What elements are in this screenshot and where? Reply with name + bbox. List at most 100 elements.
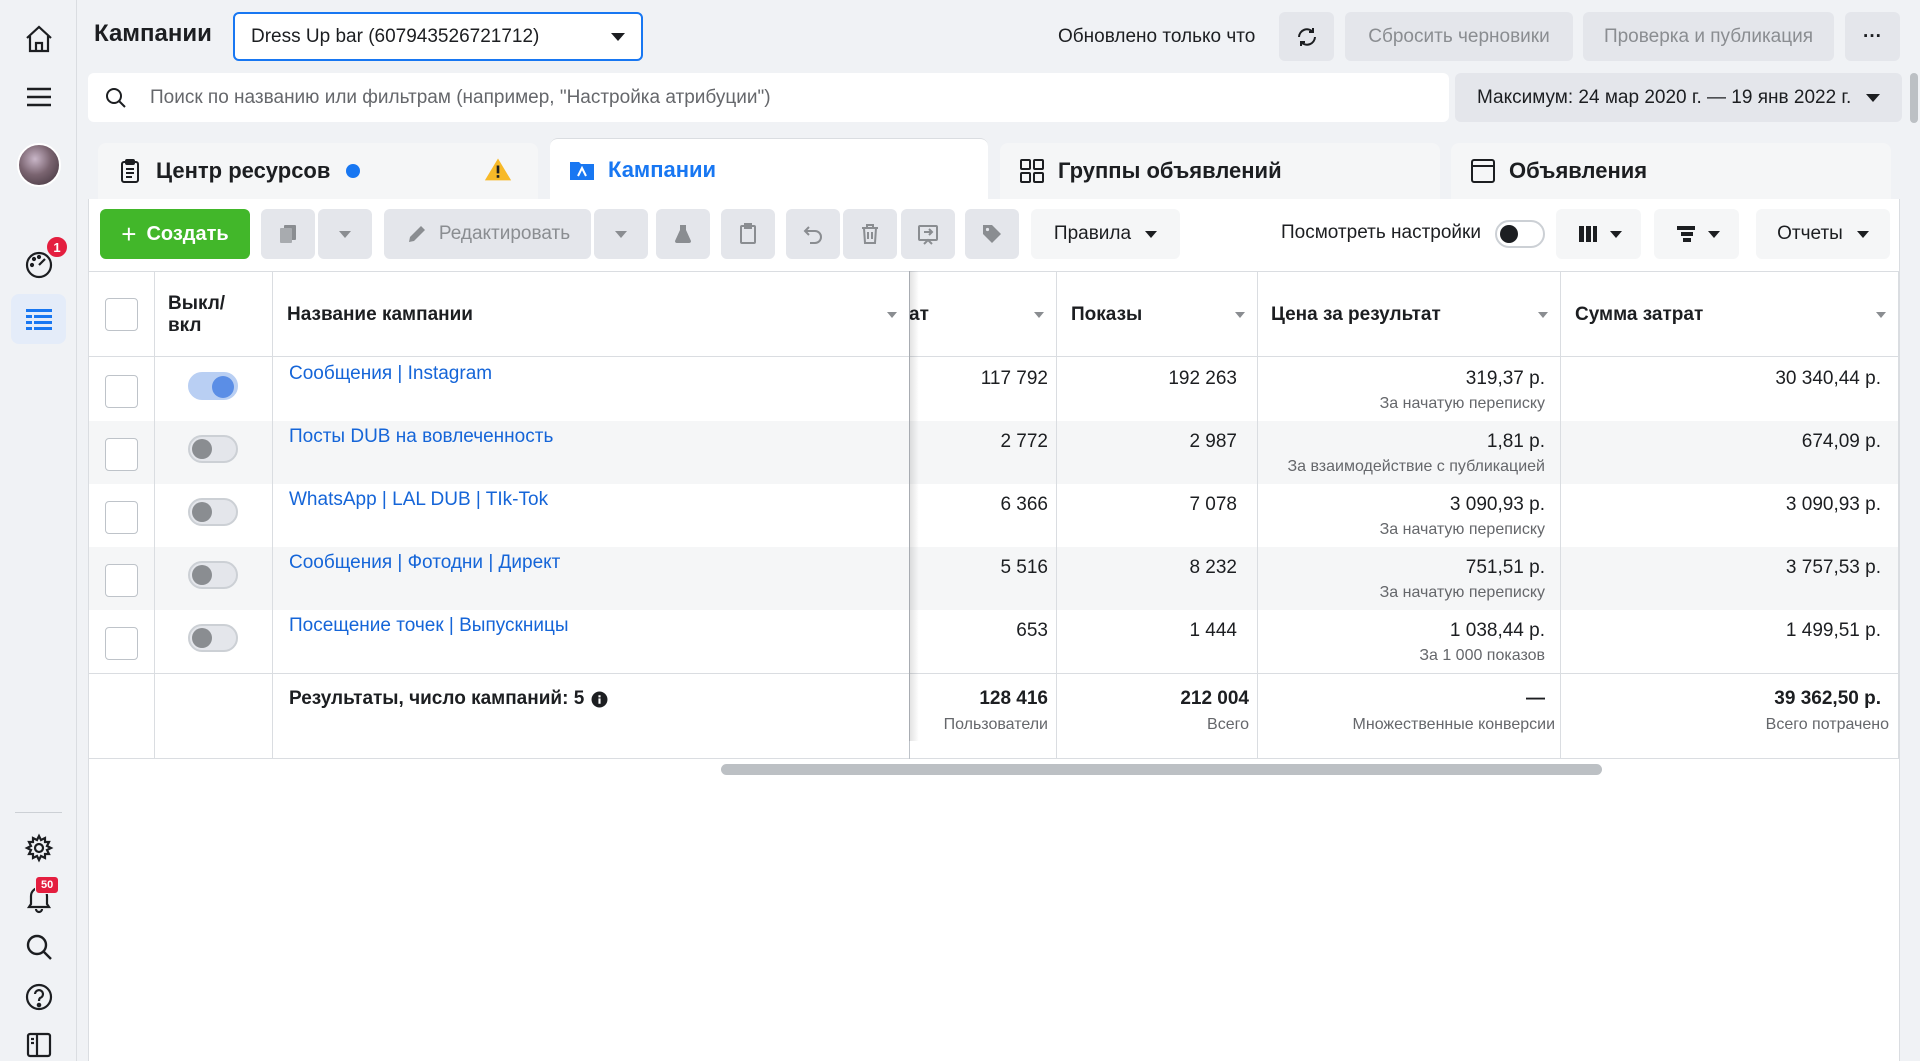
campaigns-panel: + Создать Редактировать Правила Посмотре… (88, 199, 1900, 1061)
tab-label: Группы объявлений (1058, 158, 1282, 183)
account-select-value: Dress Up bar (607943526721712) (251, 25, 540, 47)
search-icon[interactable] (11, 922, 66, 972)
warning-icon (484, 158, 512, 181)
duplicate-dropdown[interactable] (318, 209, 372, 259)
tab-resource-center[interactable]: Центр ресурсов (98, 143, 538, 199)
totals-cost-per-result-note: Множественные конверсии (1352, 716, 1555, 733)
ab-test-button[interactable] (656, 209, 710, 259)
impressions-value: 7 078 (1189, 494, 1237, 515)
account-select[interactable]: Dress Up bar (607943526721712) (233, 12, 643, 61)
campaign-toggle[interactable] (188, 372, 238, 400)
column-divider (1560, 271, 1561, 759)
cost-per-result-note: За 1 000 показов (1419, 647, 1545, 664)
totals-impressions-note: Всего (1207, 716, 1249, 733)
row-checkbox[interactable] (105, 501, 138, 534)
column-campaign-name[interactable]: Название кампании (273, 272, 909, 358)
column-cost-per-result[interactable]: Цена за результат (1257, 272, 1560, 358)
reports-button[interactable]: Отчеты (1756, 209, 1890, 259)
column-toggle: Выкл/ вкл (168, 293, 226, 336)
row-checkbox[interactable] (105, 438, 138, 471)
rules-button[interactable]: Правила (1031, 209, 1180, 259)
campaign-toggle[interactable] (188, 435, 238, 463)
cost-per-result-value: 1 038,44 р. (1449, 620, 1545, 641)
breakdown-button[interactable] (1654, 209, 1739, 259)
totals-cost-per-result: — (1526, 688, 1545, 709)
create-button[interactable]: + Создать (100, 209, 250, 259)
ad-icon (1471, 159, 1495, 183)
flask-icon (675, 225, 691, 243)
table-row[interactable]: WhatsApp | LAL DUB | TIk-Tok 6 366 7 078… (89, 484, 1899, 547)
undo-icon (803, 226, 822, 244)
breakdown-icon (1676, 226, 1695, 242)
select-all-checkbox[interactable] (105, 298, 138, 331)
row-checkbox[interactable] (105, 627, 138, 660)
campaign-name-link[interactable]: Посты DUB на вовлеченность (289, 426, 553, 448)
edit-dropdown[interactable] (594, 209, 648, 259)
tag-button[interactable] (965, 209, 1019, 259)
totals-results-note: Пользователи (943, 716, 1048, 733)
refresh-button[interactable] (1279, 12, 1334, 61)
duplicate-button[interactable] (261, 209, 315, 259)
status-dot (346, 164, 361, 178)
chevron-down-icon (611, 32, 625, 41)
export-button[interactable] (901, 209, 955, 259)
search-input[interactable]: Поиск по названию или фильтрам (например… (88, 73, 1449, 122)
campaign-name-link[interactable]: Посещение точек | Выпускницы (289, 615, 569, 637)
column-divider (1898, 271, 1899, 759)
tab-ad-sets[interactable]: Группы объявлений (1000, 143, 1440, 199)
impressions-value: 192 263 (1168, 368, 1237, 389)
columns-button[interactable] (1556, 209, 1641, 259)
menu-icon[interactable] (11, 72, 66, 122)
results-value: 653 (1016, 620, 1048, 641)
spend-value: 1 499,51 р. (1785, 620, 1881, 641)
totals-results: 128 416 (979, 688, 1048, 709)
edit-button[interactable]: Редактировать (384, 209, 591, 259)
home-icon[interactable] (11, 14, 66, 64)
tab-ads[interactable]: Объявления (1451, 143, 1891, 199)
export-icon (918, 225, 938, 245)
tab-campaigns[interactable]: Кампании (550, 138, 988, 200)
campaign-name-link[interactable]: Сообщения | Instagram (289, 363, 492, 385)
campaign-toggle[interactable] (188, 624, 238, 652)
sort-icon (887, 312, 897, 318)
delete-button[interactable] (843, 209, 897, 259)
view-settings-toggle[interactable] (1495, 220, 1545, 248)
column-spend[interactable]: Сумма затрат (1561, 272, 1898, 358)
table-row[interactable]: Сообщения | Фотодни | Директ 5 516 8 232… (89, 547, 1899, 610)
column-label: Сумма затрат (1575, 304, 1704, 325)
clipboard-button[interactable] (721, 209, 775, 259)
tab-label: Центр ресурсов (156, 158, 331, 183)
campaign-toggle[interactable] (188, 498, 238, 526)
edit-button-label: Редактировать (438, 223, 571, 244)
tag-icon (983, 225, 1001, 243)
spend-value: 674,09 р. (1801, 431, 1881, 452)
table-row[interactable]: Сообщения | Instagram 117 792 192 263 31… (89, 358, 1899, 421)
table-row[interactable]: Посещение точек | Выпускницы 653 1 444 1… (89, 610, 1899, 673)
clipboard-icon (121, 159, 139, 183)
ads-manager-table-icon[interactable] (11, 294, 66, 344)
info-icon[interactable] (591, 691, 608, 708)
review-publish-button[interactable]: Проверка и публикация (1583, 12, 1834, 61)
more-button[interactable]: ··· (1845, 12, 1900, 61)
row-checkbox[interactable] (105, 375, 138, 408)
vertical-scrollbar[interactable] (1910, 73, 1918, 123)
cost-per-result-value: 751,51 р. (1465, 557, 1545, 578)
panel-toggle-icon[interactable] (11, 1020, 66, 1061)
avatar[interactable] (11, 140, 66, 190)
reports-button-label: Отчеты (1777, 223, 1843, 244)
results-value: 2 772 (1000, 431, 1048, 452)
reset-drafts-button[interactable]: Сбросить черновики (1345, 12, 1573, 61)
row-checkbox[interactable] (105, 564, 138, 597)
table-row[interactable]: Посты DUB на вовлеченность 2 772 2 987 1… (89, 421, 1899, 484)
column-impressions[interactable]: Показы (1057, 272, 1257, 358)
undo-button[interactable] (786, 209, 840, 259)
column-results[interactable]: ат (909, 272, 1056, 358)
gear-icon[interactable] (11, 823, 66, 873)
horizontal-scrollbar[interactable] (721, 764, 1602, 775)
spend-value: 30 340,44 р. (1775, 368, 1881, 389)
campaign-name-link[interactable]: Сообщения | Фотодни | Директ (289, 552, 560, 574)
help-icon[interactable] (11, 972, 66, 1022)
campaign-name-link[interactable]: WhatsApp | LAL DUB | TIk-Tok (289, 489, 548, 511)
campaign-toggle[interactable] (188, 561, 238, 589)
date-range-picker[interactable]: Максимум: 24 мар 2020 г. — 19 янв 2022 г… (1455, 73, 1902, 122)
